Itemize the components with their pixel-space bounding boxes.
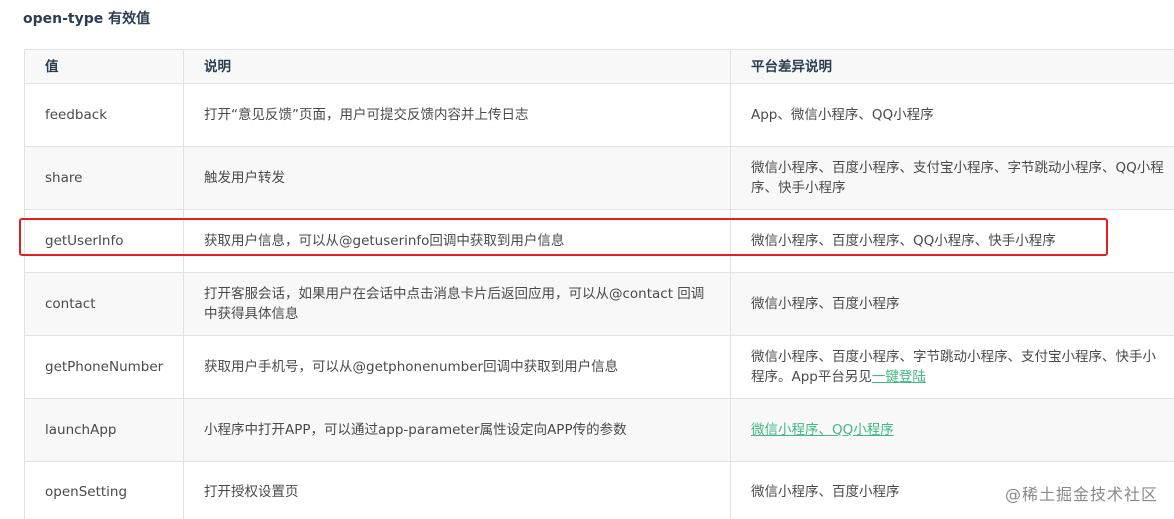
cell-description: 触发用户转发: [183, 146, 731, 210]
cell-description: 打开授权设置页: [183, 461, 731, 519]
table-row-getphonenumber: getPhoneNumber 获取用户手机号，可以从@getphonenumbe…: [24, 335, 1174, 399]
table-row-getuserinfo: getUserInfo 获取用户信息，可以从@getuserinfo回调中获取到…: [24, 209, 1174, 273]
qq-miniprogram-link[interactable]: QQ小程序: [832, 422, 894, 438]
cell-value: getPhoneNumber: [24, 335, 184, 399]
link-separator: 、: [818, 422, 833, 438]
cell-value: contact: [24, 272, 184, 336]
table-row-launchapp: launchApp 小程序中打开APP，可以通过app-parameter属性设…: [24, 398, 1174, 462]
open-type-values-table: 值 说明 平台差异说明 feedback 打开“意见反馈”页面，用户可提交反馈内…: [24, 49, 1174, 519]
header-description: 说明: [183, 49, 731, 84]
section-title: open-type 有效值: [23, 11, 151, 27]
watermark: @稀土掘金技术社区: [1004, 485, 1158, 504]
cell-value: feedback: [24, 83, 184, 147]
platform-text: 微信小程序、百度小程序、字节跳动小程序、支付宝小程序、快手小程序。App平台另见: [751, 349, 1156, 385]
cell-platform: 微信小程序、百度小程序、QQ小程序、快手小程序: [730, 209, 1174, 273]
cell-description: 获取用户手机号，可以从@getphonenumber回调中获取到用户信息: [183, 335, 731, 399]
cell-description: 打开“意见反馈”页面，用户可提交反馈内容并上传日志: [183, 83, 731, 147]
table-row-share: share 触发用户转发 微信小程序、百度小程序、支付宝小程序、字节跳动小程序、…: [24, 146, 1174, 210]
table-row-opensetting: openSetting 打开授权设置页 微信小程序、百度小程序: [24, 461, 1174, 519]
cell-description: 小程序中打开APP，可以通过app-parameter属性设定向APP传的参数: [183, 398, 731, 462]
cell-platform: 微信小程序、QQ小程序: [730, 398, 1174, 462]
doc-page: open-type 有效值 值 说明 平台差异说明 feedback 打开“意见…: [0, 0, 1174, 519]
table-row-contact: contact 打开客服会话，如果用户在会话中点击消息卡片后返回应用，可以从@c…: [24, 272, 1174, 336]
header-value: 值: [24, 49, 184, 84]
cell-description: 获取用户信息，可以从@getuserinfo回调中获取到用户信息: [183, 209, 731, 273]
cell-value: openSetting: [24, 461, 184, 519]
cell-platform: 微信小程序、百度小程序、支付宝小程序、字节跳动小程序、QQ小程序、快手小程序: [730, 146, 1174, 210]
cell-description: 打开客服会话，如果用户在会话中点击消息卡片后返回应用，可以从@contact 回…: [183, 272, 731, 336]
cell-platform: 微信小程序、百度小程序、字节跳动小程序、支付宝小程序、快手小程序。App平台另见…: [730, 335, 1174, 399]
one-click-login-link[interactable]: 一键登陆: [872, 369, 926, 385]
cell-value: launchApp: [24, 398, 184, 462]
cell-value: getUserInfo: [24, 209, 184, 273]
cell-value: share: [24, 146, 184, 210]
cell-platform: App、微信小程序、QQ小程序: [730, 83, 1174, 147]
cell-platform: 微信小程序、百度小程序: [730, 272, 1174, 336]
table-row-feedback: feedback 打开“意见反馈”页面，用户可提交反馈内容并上传日志 App、微…: [24, 83, 1174, 147]
table-header-row: 值 说明 平台差异说明: [24, 49, 1174, 84]
header-platform: 平台差异说明: [730, 49, 1174, 84]
wechat-miniprogram-link[interactable]: 微信小程序: [751, 422, 819, 438]
